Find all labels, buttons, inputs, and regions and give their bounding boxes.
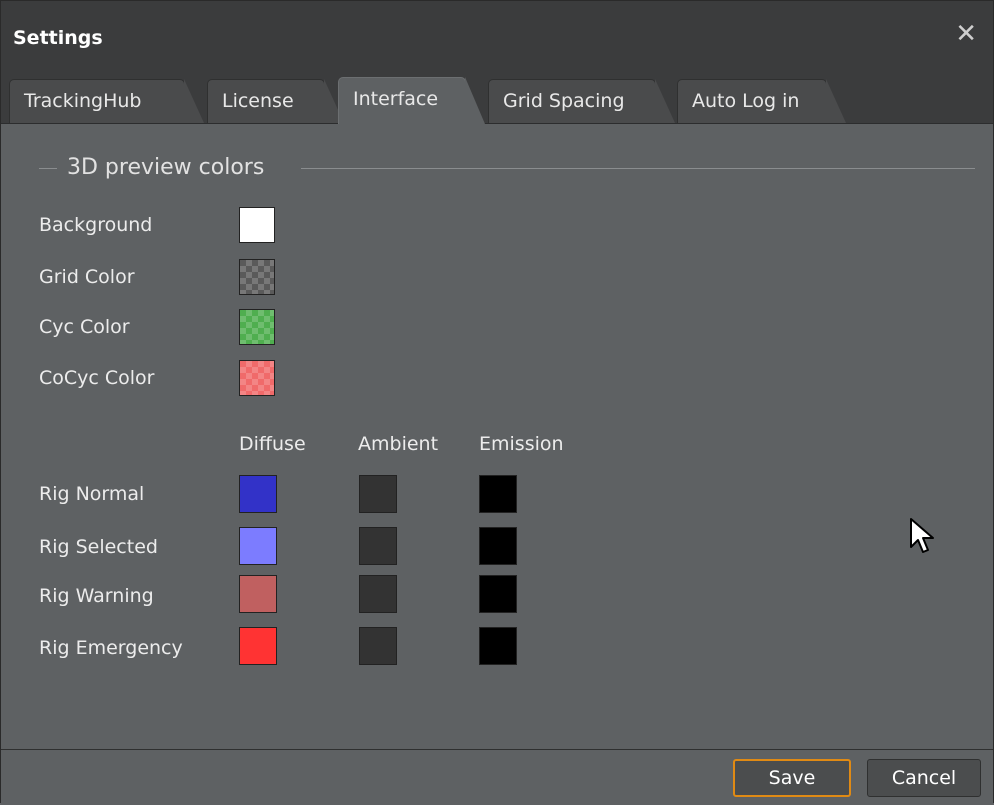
cocyc-color-label: CoCyc Color [39,367,155,389]
background-color-swatch[interactable] [239,207,275,243]
tab-label: TrackingHub [24,90,142,112]
rig-warning-ambient-swatch[interactable] [359,575,397,613]
cyc-color-swatch[interactable] [239,309,275,345]
rig-normal-diffuse-swatch[interactable] [239,475,277,513]
tab-label: Grid Spacing [503,90,625,112]
tab-interface[interactable]: Interface [338,77,485,124]
cocyc-color-swatch[interactable] [239,360,275,396]
grid-color-label: Grid Color [39,266,135,288]
group-divider [301,168,975,169]
diffuse-header: Diffuse [239,433,306,455]
rig-emergency-label: Rig Emergency [39,637,183,659]
cyc-color-label: Cyc Color [39,316,130,338]
tab-grid-spacing[interactable]: Grid Spacing [488,79,675,123]
background-label: Background [39,214,153,236]
emission-header: Emission [479,433,564,455]
rig-selected-emission-swatch[interactable] [479,527,517,565]
ambient-header: Ambient [358,433,439,455]
rig-emergency-diffuse-swatch[interactable] [239,627,277,665]
grid-color-swatch[interactable] [239,259,275,295]
rig-normal-ambient-swatch[interactable] [359,475,397,513]
cancel-button[interactable]: Cancel [867,759,981,797]
rig-normal-label: Rig Normal [39,483,145,505]
tab-auto-log-in[interactable]: Auto Log in [677,79,846,123]
section-title: 3D preview colors [67,155,265,180]
tab-strip: TrackingHub License Interface Grid Spaci… [1,75,993,124]
tab-trackinghub[interactable]: TrackingHub [9,79,204,123]
tab-label: License [222,90,294,112]
window-title: Settings [13,27,103,49]
rig-emergency-emission-swatch[interactable] [479,627,517,665]
title-bar: Settings ✕ [1,1,993,75]
rig-warning-diffuse-swatch[interactable] [239,575,277,613]
rig-emergency-ambient-swatch[interactable] [359,627,397,665]
settings-window: Settings ✕ TrackingHub License Interface… [0,0,994,805]
tab-label: Auto Log in [692,90,800,112]
tab-label: Interface [353,88,439,110]
rig-warning-emission-swatch[interactable] [479,575,517,613]
dialog-footer: Save Cancel [1,749,993,805]
rig-selected-ambient-swatch[interactable] [359,527,397,565]
rig-selected-label: Rig Selected [39,536,158,558]
close-icon[interactable]: ✕ [955,21,977,47]
save-button[interactable]: Save [733,759,851,797]
group-divider [39,168,57,169]
mouse-pointer-icon [909,517,935,559]
rig-normal-emission-swatch[interactable] [479,475,517,513]
rig-warning-label: Rig Warning [39,585,154,607]
tab-license[interactable]: License [207,79,344,123]
rig-selected-diffuse-swatch[interactable] [239,527,277,565]
